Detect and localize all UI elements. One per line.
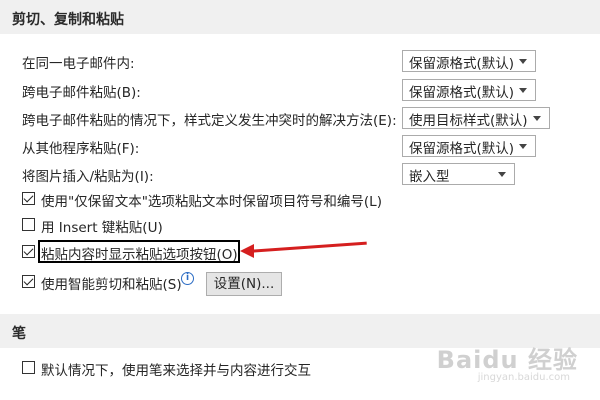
keep-bullets-checkbox[interactable] bbox=[22, 192, 35, 205]
other-program-label: 从其他程序粘贴(F): bbox=[22, 141, 140, 157]
pen-select-label: 默认情况下，使用笔来选择并与内容进行交互 bbox=[41, 363, 311, 379]
insert-picture-dropdown[interactable]: 嵌入型 bbox=[402, 163, 515, 185]
highlight-annotation-box bbox=[38, 240, 240, 263]
red-arrow-shaft bbox=[246, 241, 367, 253]
cross-email-dropdown[interactable]: 保留源格式(默认) bbox=[402, 79, 536, 101]
style-conflict-dropdown[interactable]: 使用目标样式(默认) bbox=[402, 107, 550, 129]
dropdown-value: 嵌入型 bbox=[409, 169, 450, 185]
dropdown-value: 保留源格式(默认) bbox=[409, 141, 515, 157]
dropdown-value: 使用目标样式(默认) bbox=[409, 113, 528, 129]
keep-bullets-label: 使用"仅保留文本"选项粘贴文本时保留项目符号和编号(L) bbox=[41, 194, 382, 210]
settings-button[interactable]: 设置(N)... bbox=[206, 272, 282, 296]
insert-key-label: 用 Insert 键粘贴(U) bbox=[41, 220, 163, 236]
same-email-dropdown[interactable]: 保留源格式(默认) bbox=[402, 50, 536, 72]
chevron-down-icon bbox=[498, 172, 506, 177]
chevron-down-icon bbox=[519, 144, 527, 149]
dropdown-value: 保留源格式(默认) bbox=[409, 56, 515, 72]
section-title: 剪切、复制和粘贴 bbox=[12, 12, 124, 28]
same-email-label: 在同一电子邮件内: bbox=[22, 56, 135, 72]
chevron-down-icon bbox=[519, 88, 527, 93]
baidu-watermark-url: jingyan.baidu.com bbox=[477, 372, 570, 383]
insert-key-checkbox[interactable] bbox=[22, 218, 35, 231]
style-conflict-label: 跨电子邮件粘贴的情况下，样式定义发生冲突时的解决方法(E): bbox=[22, 113, 397, 129]
smart-cut-paste-checkbox[interactable] bbox=[22, 275, 35, 288]
dropdown-value: 保留源格式(默认) bbox=[409, 85, 515, 101]
section-title: 笔 bbox=[12, 326, 26, 342]
chevron-down-icon bbox=[519, 59, 527, 64]
pen-select-checkbox[interactable] bbox=[22, 361, 35, 374]
info-icon[interactable]: i bbox=[181, 272, 194, 285]
cross-email-label: 跨电子邮件粘贴(B): bbox=[22, 85, 141, 101]
show-paste-options-checkbox[interactable] bbox=[22, 245, 35, 258]
chevron-down-icon bbox=[533, 116, 541, 121]
other-program-dropdown[interactable]: 保留源格式(默认) bbox=[402, 135, 536, 157]
baidu-watermark-logo: Baidu 经验 bbox=[436, 346, 578, 374]
insert-picture-label: 将图片插入/粘贴为(I): bbox=[22, 169, 154, 185]
smart-cut-paste-label: 使用智能剪切和粘贴(S) bbox=[41, 277, 182, 293]
section-header-cut-copy-paste: 剪切、复制和粘贴 bbox=[0, 0, 600, 34]
